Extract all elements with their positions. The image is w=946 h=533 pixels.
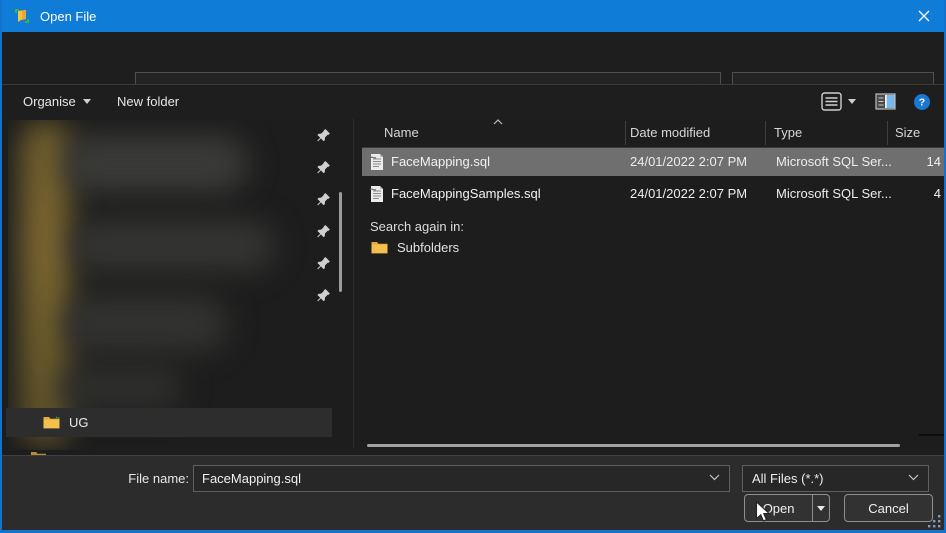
content-area: UG Name Date modified Type Size [2,118,944,455]
new-folder-label: New folder [117,94,179,109]
sidebar-scrollbar[interactable] [339,192,342,292]
app-icon [14,8,30,24]
file-row[interactable]: FaceMappingSamples.sql 24/01/2022 2:07 P… [362,180,946,208]
resize-grip[interactable] [928,515,941,528]
chevron-down-icon[interactable] [709,474,720,481]
file-list: Name Date modified Type Size FaceMapping… [362,118,944,455]
chevron-down-icon [848,99,856,104]
file-type-dropdown[interactable]: All Files (*.*) [742,465,929,492]
pin-icon[interactable] [316,192,331,207]
file-date: 24/01/2022 2:07 PM [630,154,747,169]
footer-panel: File name: All Files (*.*) Open Cancel [2,455,944,531]
organise-label: Organise [23,94,76,109]
folder-icon [42,415,61,430]
file-name: FaceMappingSamples.sql [391,186,541,201]
file-name-input[interactable] [194,470,674,487]
view-mode-button[interactable] [821,85,842,118]
search-again-label: Search again in: [370,219,464,234]
navigation-row: ← → ↑ « Development_Projects › Mapper › … [2,32,944,84]
sidebar-item-ug[interactable]: UG [6,408,332,437]
chevron-down-icon [817,506,825,511]
pin-icon[interactable] [316,160,331,175]
preview-pane-icon [875,93,896,110]
preview-pane-button[interactable] [875,85,896,118]
close-icon [918,10,930,22]
file-size: 4 [934,186,941,201]
command-toolbar: Organise New folder ? [2,84,944,118]
file-type-value: All Files (*.*) [752,471,824,486]
subfolders-label: Subfolders [397,240,459,255]
new-folder-button[interactable]: New folder [117,85,179,118]
folder-icon [370,240,389,255]
pane-divider [353,118,354,448]
file-size: 14 [927,154,941,169]
file-type: Microsoft SQL Ser... [776,186,892,201]
organise-button[interactable]: Organise [23,85,91,118]
column-divider[interactable] [887,121,888,145]
file-date: 24/01/2022 2:07 PM [630,186,747,201]
list-view-icon [821,92,842,111]
scrollbar-track-end [919,434,946,436]
horizontal-scrollbar[interactable] [367,444,900,447]
column-headers: Name Date modified Type Size [362,118,946,148]
pin-icon[interactable] [316,256,331,271]
sql-file-icon [369,153,385,171]
file-name-label: File name: [102,471,189,486]
open-split-dropdown[interactable] [812,495,829,522]
column-header-date[interactable]: Date modified [630,125,710,140]
title-bar[interactable]: Open File [0,0,946,32]
svg-text:?: ? [919,96,925,108]
help-icon: ? [913,93,931,111]
cancel-button-label: Cancel [868,501,908,516]
column-header-size[interactable]: Size [895,125,920,140]
file-type: Microsoft SQL Ser... [776,154,892,169]
pin-icon[interactable] [316,224,331,239]
file-name: FaceMapping.sql [391,154,490,169]
navigation-pane[interactable]: UG [2,118,354,455]
mouse-cursor [755,501,775,523]
column-divider[interactable] [625,121,626,145]
chevron-down-icon [908,474,919,481]
view-options-button[interactable] [848,85,856,118]
pin-icon[interactable] [316,128,331,143]
chevron-down-icon [83,99,91,104]
subfolders-link[interactable]: Subfolders [370,240,459,255]
pin-icon[interactable] [316,288,331,303]
file-row[interactable]: FaceMapping.sql 24/01/2022 2:07 PM Micro… [362,148,946,176]
sort-ascending-icon [493,119,503,125]
open-file-dialog: Open File ← → ↑ « Development_Projects ›… [0,0,946,533]
close-button[interactable] [902,0,946,32]
column-header-type[interactable]: Type [774,125,802,140]
help-button[interactable]: ? [913,85,931,118]
sidebar-blurred-items [8,120,308,450]
column-header-name[interactable]: Name [384,125,419,140]
cancel-button[interactable]: Cancel [844,494,933,522]
window-title: Open File [40,9,96,24]
sql-file-icon [369,185,385,203]
sidebar-item-label: UG [69,415,89,430]
column-divider[interactable] [765,121,766,145]
file-name-combobox[interactable] [193,465,730,492]
